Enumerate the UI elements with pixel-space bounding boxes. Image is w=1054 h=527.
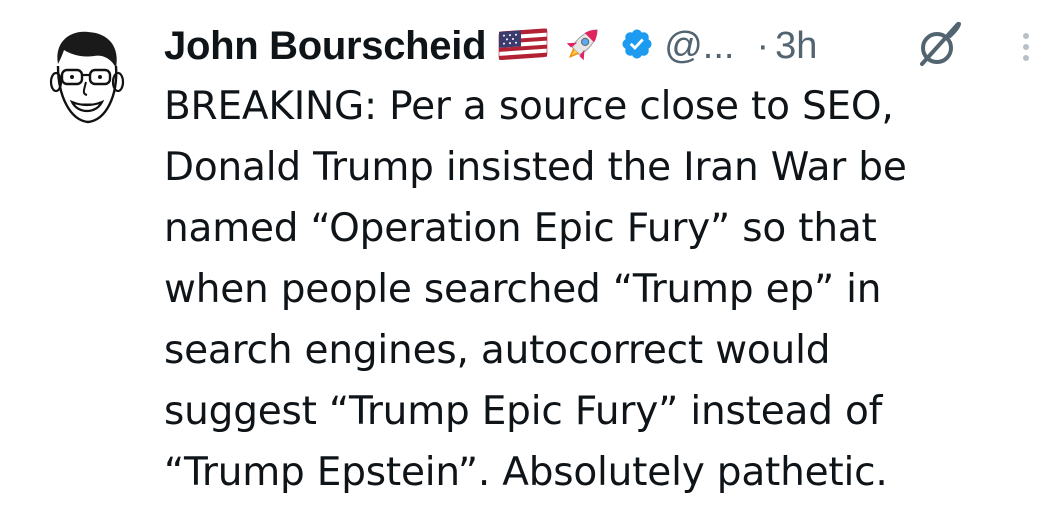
rocket-icon <box>560 21 606 71</box>
verified-badge-icon[interactable] <box>620 27 654 65</box>
more-options-icon[interactable] <box>1016 30 1036 74</box>
us-flag-icon <box>498 27 548 65</box>
tweet-card[interactable]: John Bourscheid @... · 3h BREAKING: Per … <box>0 0 1054 527</box>
tweet-header: John Bourscheid @... · 3h <box>164 14 817 78</box>
author-handle[interactable]: @... <box>664 25 734 68</box>
author-name[interactable]: John Bourscheid <box>164 24 487 69</box>
avatar[interactable] <box>46 24 126 128</box>
timestamp[interactable]: 3h <box>775 25 817 68</box>
separator-dot: · <box>756 24 770 67</box>
grok-icon[interactable] <box>912 18 968 78</box>
tweet-text: BREAKING: Per a source close to SEO, Don… <box>164 84 907 495</box>
